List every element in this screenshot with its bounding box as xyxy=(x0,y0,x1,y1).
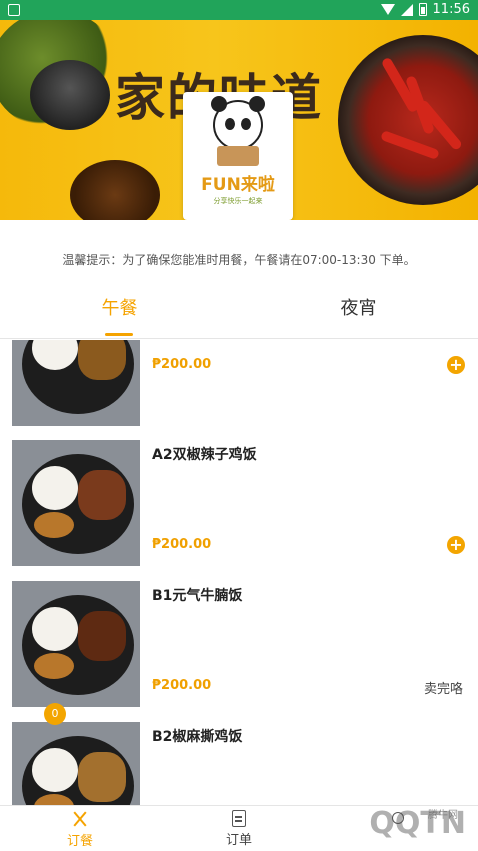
tab-lunch[interactable]: 午餐 xyxy=(0,289,239,339)
signal-icon xyxy=(400,3,413,16)
active-tab-indicator xyxy=(105,333,133,336)
dish-name: B2椒麻撕鸡饭 xyxy=(152,729,243,745)
status-bar: 11:56 xyxy=(0,0,478,20)
dish-name: B1元气牛腩饭 xyxy=(152,588,243,604)
cart-count-badge[interactable]: 0 xyxy=(44,703,66,725)
add-to-cart-button[interactable]: + xyxy=(447,356,465,374)
dish-price: ₱200.00 xyxy=(152,678,212,693)
ordering-notice: 温馨提示：为了确保您能准时用餐，午餐请在07:00-13:30 下单。 xyxy=(62,253,416,267)
banner[interactable]: 家的味道 FUN来啦 分享快乐一起来 xyxy=(0,20,478,220)
sold-out-label: 卖完咯 xyxy=(424,682,464,697)
dish-photo xyxy=(12,722,140,805)
watermark-site: 腾牛网 xyxy=(428,810,458,821)
document-icon xyxy=(232,810,246,827)
mortar-image xyxy=(30,60,110,130)
tab-late-night[interactable]: 夜宵 xyxy=(239,289,478,339)
dish-photo xyxy=(12,581,140,707)
nav-label: 订单 xyxy=(225,833,252,848)
cutlery-icon xyxy=(71,810,89,828)
dish-name: A2双椒辣子鸡饭 xyxy=(152,447,257,463)
dish-photo xyxy=(12,440,140,566)
spice-bowl-image xyxy=(70,160,160,220)
menu-list[interactable]: ₱200.00 + A2双椒辣子鸡饭 ₱200.00 + B1元气牛腩饭 ₱20… xyxy=(0,340,478,805)
notification-icon xyxy=(8,4,20,16)
logo-text: FUN来啦 xyxy=(201,175,275,195)
logo-subtitle: 分享快乐一起来 xyxy=(213,197,263,205)
nav-label: 订餐 xyxy=(66,834,93,849)
status-time: 11:56 xyxy=(432,2,470,17)
menu-item[interactable]: B1元气牛腩饭 ₱200.00 卖完咯 xyxy=(0,581,478,721)
brand-logo: FUN来啦 分享快乐一起来 xyxy=(183,92,293,220)
battery-icon xyxy=(418,3,427,16)
nav-order-food[interactable]: 订餐 xyxy=(40,810,120,849)
dish-price: ₱200.00 xyxy=(152,357,212,372)
menu-item[interactable]: ₱200.00 + xyxy=(0,340,478,440)
add-to-cart-button[interactable]: + xyxy=(447,536,465,554)
wifi-icon xyxy=(380,4,395,15)
menu-item[interactable]: B2椒麻撕鸡饭 xyxy=(0,722,478,805)
dish-price: ₱200.00 xyxy=(152,537,212,552)
dish-photo xyxy=(12,340,140,426)
nav-orders[interactable]: 订单 xyxy=(199,810,279,848)
panda-icon xyxy=(211,96,265,150)
meal-tabs: 午餐 夜宵 xyxy=(0,289,478,339)
chili-pan-image xyxy=(338,35,478,205)
menu-item[interactable]: A2双椒辣子鸡饭 ₱200.00 + xyxy=(0,440,478,580)
